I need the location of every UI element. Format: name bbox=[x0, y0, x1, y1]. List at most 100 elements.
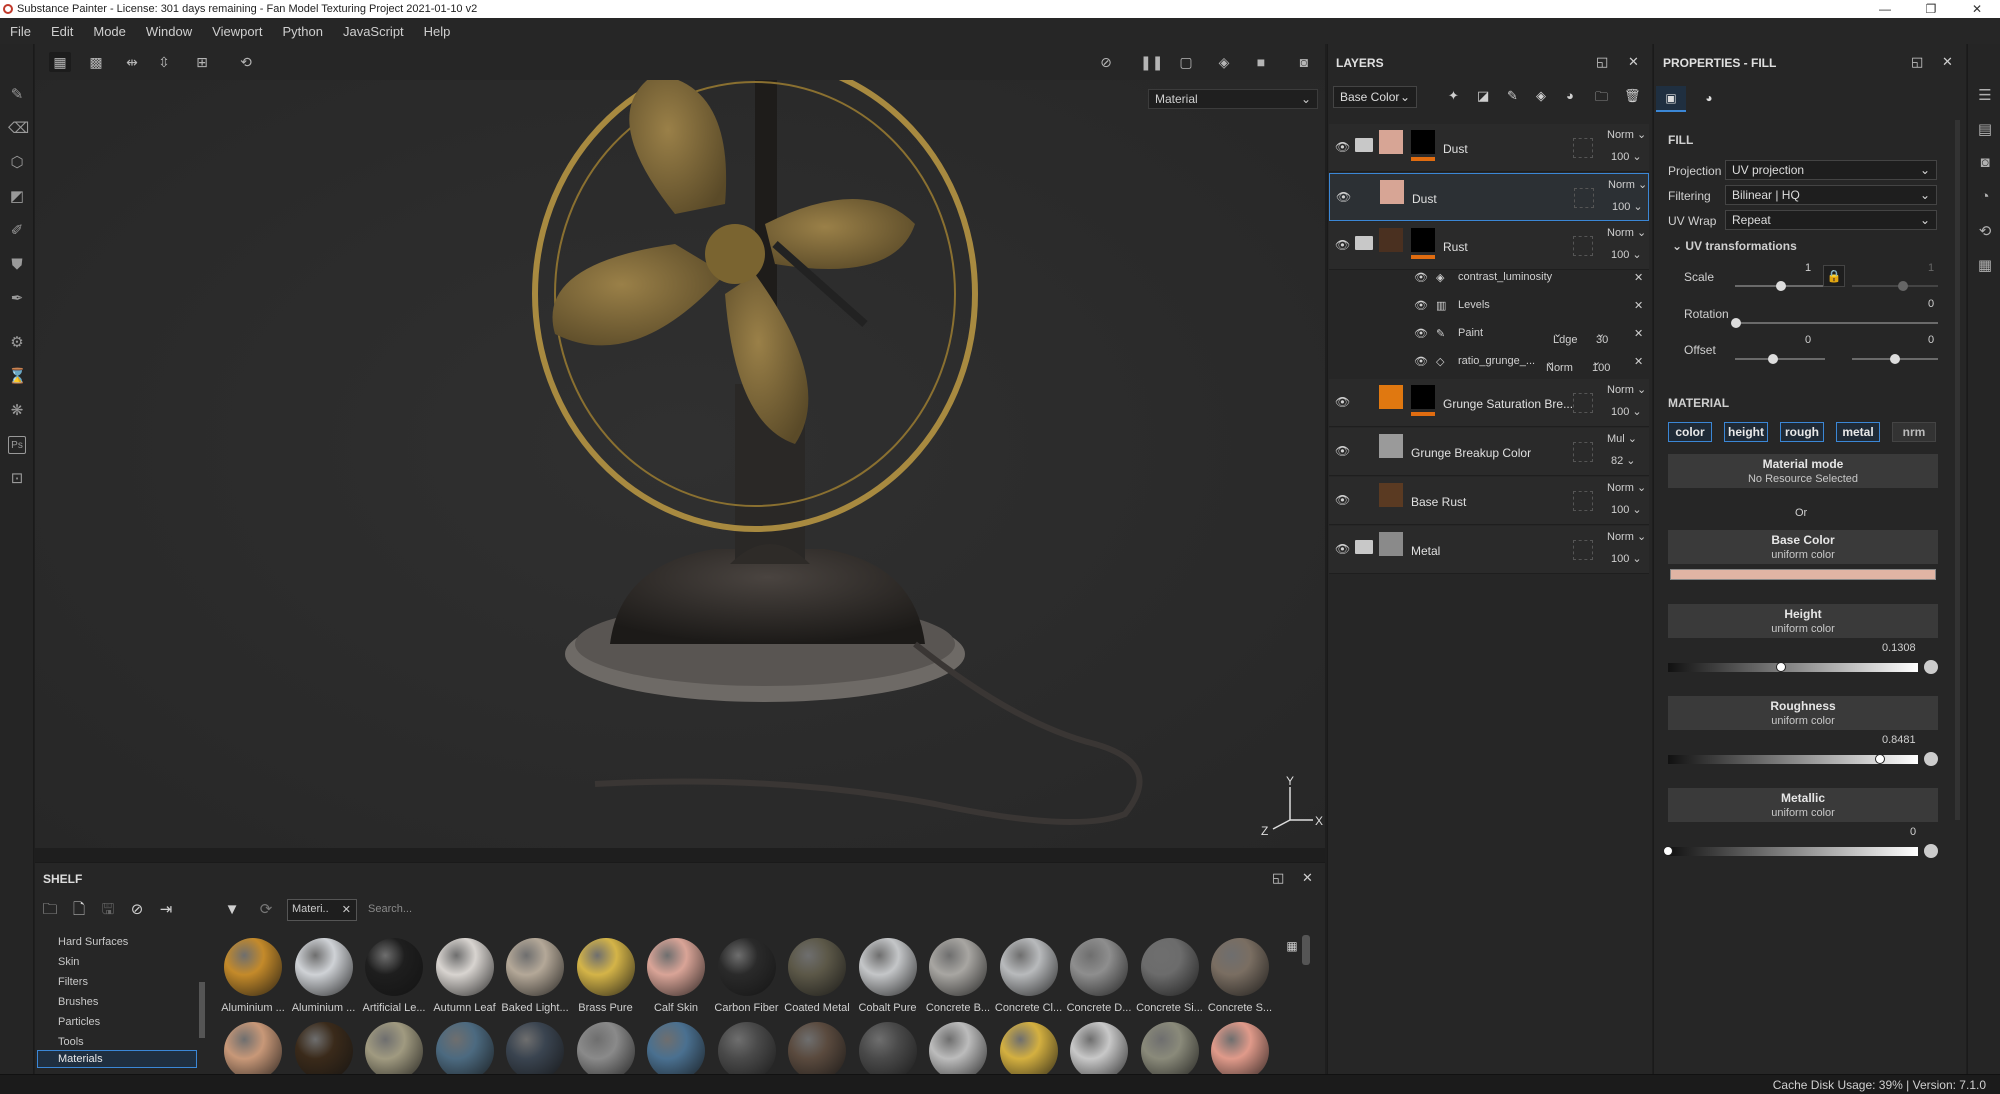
properties-float-icon[interactable]: ◱ bbox=[1911, 54, 1923, 70]
blend-mode-select[interactable]: Norm ⌄ bbox=[1608, 178, 1647, 191]
add-folder-icon[interactable]: 🗀 bbox=[1595, 88, 1608, 110]
eye-icon[interactable]: 👁 bbox=[1414, 299, 1428, 312]
material-thumbnail[interactable]: Concrete D... bbox=[1064, 934, 1134, 1014]
roughness-slider-knob[interactable] bbox=[1875, 754, 1886, 764]
projection-icon[interactable]: ⬡ bbox=[8, 154, 26, 172]
eye-icon[interactable]: 👁 bbox=[1335, 493, 1350, 507]
scale-slider-2[interactable] bbox=[1852, 285, 1938, 287]
shelf-close-icon[interactable]: ✕ bbox=[1302, 870, 1313, 886]
material-thumbnail[interactable] bbox=[712, 1018, 782, 1074]
folder-icon[interactable] bbox=[1355, 236, 1373, 250]
menu-mode[interactable]: Mode bbox=[93, 24, 126, 39]
base-color-swatch[interactable] bbox=[1670, 569, 1936, 580]
rotation-slider[interactable] bbox=[1735, 322, 1938, 324]
texture-set-settings-icon[interactable]: ▤ bbox=[1976, 120, 1994, 138]
history-panel-icon[interactable]: ⟲ bbox=[1976, 222, 1994, 240]
blend-mode-select[interactable]: Norm ⌄ bbox=[1607, 226, 1646, 239]
material-thumbnail[interactable] bbox=[218, 1018, 288, 1074]
material-thumbnail[interactable] bbox=[923, 1018, 993, 1074]
eye-icon[interactable]: 👁 bbox=[1335, 542, 1350, 556]
layer-select-checkbox[interactable] bbox=[1573, 138, 1593, 158]
rotation-slider-knob[interactable] bbox=[1731, 318, 1741, 328]
material-thumbnail[interactable]: Carbon Fiber bbox=[712, 934, 782, 1014]
channel-chip-nrm[interactable]: nrm bbox=[1892, 422, 1936, 442]
offset-slider-2-knob[interactable] bbox=[1890, 354, 1900, 364]
pause-icon[interactable]: ❚❚ bbox=[1140, 52, 1163, 72]
shelf-category-filters[interactable]: Filters bbox=[58, 976, 88, 988]
clone-stamp-icon[interactable]: ⛊ bbox=[8, 256, 26, 274]
menu-file[interactable]: File bbox=[10, 24, 31, 39]
material-thumbnail[interactable]: Aluminium ... bbox=[289, 934, 359, 1014]
shelf-filter-tag[interactable]: Materi.. ✕ bbox=[287, 899, 357, 921]
plugin-icon[interactable]: ⊡ bbox=[8, 470, 26, 488]
layers-close-icon[interactable]: ✕ bbox=[1628, 54, 1639, 70]
import-icon[interactable]: ⇥ bbox=[156, 900, 176, 920]
menu-python[interactable]: Python bbox=[282, 24, 322, 39]
material-thumbnail[interactable]: Artificial Le... bbox=[359, 934, 429, 1014]
remove-effect-icon[interactable]: ✕ bbox=[1634, 327, 1643, 340]
layer-row[interactable]: 👁 Metal Norm ⌄ 100 ⌄ bbox=[1329, 526, 1649, 574]
blend-mode-select[interactable]: Norm ⌄ bbox=[1607, 530, 1646, 543]
menu-help[interactable]: Help bbox=[424, 24, 451, 39]
material-thumbnail[interactable] bbox=[1064, 1018, 1134, 1074]
eye-icon[interactable]: 👁 bbox=[1335, 444, 1350, 458]
offset-slider-1[interactable] bbox=[1735, 358, 1825, 360]
maximize-button[interactable]: ❐ bbox=[1908, 0, 1954, 18]
metallic-picker-icon[interactable] bbox=[1924, 844, 1938, 858]
channel-select[interactable]: Base Color ⌄ bbox=[1333, 86, 1417, 108]
display-settings-icon[interactable]: ◙ bbox=[1976, 154, 1994, 172]
layer-select-checkbox[interactable] bbox=[1574, 188, 1594, 208]
shelf-category-particles[interactable]: Particles bbox=[58, 1016, 100, 1028]
save-icon[interactable]: 🖫 bbox=[98, 900, 118, 920]
photoshop-icon[interactable]: Ps bbox=[8, 436, 26, 454]
folder-icon[interactable] bbox=[1355, 138, 1373, 152]
material-thumbnail[interactable] bbox=[289, 1018, 359, 1074]
opacity-field[interactable]: 100 ⌄ bbox=[1612, 200, 1643, 213]
layer-select-checkbox[interactable] bbox=[1573, 236, 1593, 256]
close-button[interactable]: ✕ bbox=[1954, 0, 2000, 18]
uv-wrap-select[interactable]: Repeat ⌄ bbox=[1725, 210, 1937, 230]
layer-select-checkbox[interactable] bbox=[1573, 442, 1593, 462]
opacity-field[interactable]: 82 ⌄ bbox=[1611, 454, 1636, 467]
add-effect-icon[interactable]: ✦ bbox=[1448, 88, 1459, 104]
symmetry-x-icon[interactable]: ⇹ bbox=[121, 52, 143, 72]
layer-row[interactable]: 👁 Dust Norm ⌄ 100 ⌄ bbox=[1329, 124, 1649, 172]
channel-chip-color[interactable]: color bbox=[1668, 422, 1712, 442]
layer-thumbnail[interactable] bbox=[1379, 532, 1403, 556]
menu-javascript[interactable]: JavaScript bbox=[343, 24, 404, 39]
layer-mask-thumbnail[interactable] bbox=[1411, 385, 1435, 409]
height-picker-icon[interactable] bbox=[1924, 660, 1938, 674]
material-thumbnail[interactable] bbox=[359, 1018, 429, 1074]
layer-thumbnail[interactable] bbox=[1379, 483, 1403, 507]
opacity-field[interactable]: 100 ⌄ bbox=[1611, 552, 1642, 565]
material-thumbnail[interactable]: Brass Pure bbox=[571, 934, 641, 1014]
eye-icon[interactable]: 👁 bbox=[1335, 395, 1350, 409]
layer-select-checkbox[interactable] bbox=[1573, 540, 1593, 560]
material-thumbnail[interactable] bbox=[1205, 1018, 1275, 1074]
properties-close-icon[interactable]: ✕ bbox=[1942, 54, 1953, 70]
export-icon[interactable]: ⌛ bbox=[8, 368, 27, 386]
layer-thumbnail[interactable] bbox=[1379, 385, 1403, 409]
log-icon[interactable]: ▦ bbox=[1976, 256, 1994, 274]
fit-view-icon[interactable]: ⊞ bbox=[191, 52, 213, 72]
material-mode-block[interactable]: Material mode No Resource Selected bbox=[1668, 454, 1938, 488]
metallic-slider[interactable] bbox=[1668, 847, 1918, 856]
metallic-slider-knob[interactable] bbox=[1663, 846, 1673, 856]
remove-filter-icon[interactable]: ✕ bbox=[342, 903, 351, 916]
shelf-search-input[interactable]: Search... bbox=[360, 899, 1310, 921]
shelf-category-hard-surfaces[interactable]: Hard Surfaces bbox=[58, 936, 128, 948]
effect-blend-select[interactable]: Norm ⌄ bbox=[1546, 355, 1573, 374]
paint-brush-icon[interactable]: ✎ bbox=[8, 86, 26, 104]
material-thumbnail[interactable]: Concrete B... bbox=[923, 934, 993, 1014]
history-icon[interactable]: ⟲ bbox=[235, 52, 257, 72]
layer-thumbnail[interactable] bbox=[1379, 130, 1403, 154]
layer-row[interactable]: 👁 Rust Norm ⌄ 100 ⌄ bbox=[1329, 222, 1649, 270]
material-thumbnail[interactable] bbox=[853, 1018, 923, 1074]
viewport[interactable] bbox=[35, 44, 1325, 848]
properties-scrollbar[interactable] bbox=[1955, 120, 1960, 820]
uv-grid-icon[interactable]: ▩ bbox=[85, 52, 107, 72]
material-thumbnail[interactable]: Baked Light... bbox=[500, 934, 570, 1014]
layer-select-checkbox[interactable] bbox=[1573, 491, 1593, 511]
opacity-field[interactable]: 100 ⌄ bbox=[1611, 503, 1642, 516]
polygon-fill-icon[interactable]: ◩ bbox=[8, 188, 26, 206]
